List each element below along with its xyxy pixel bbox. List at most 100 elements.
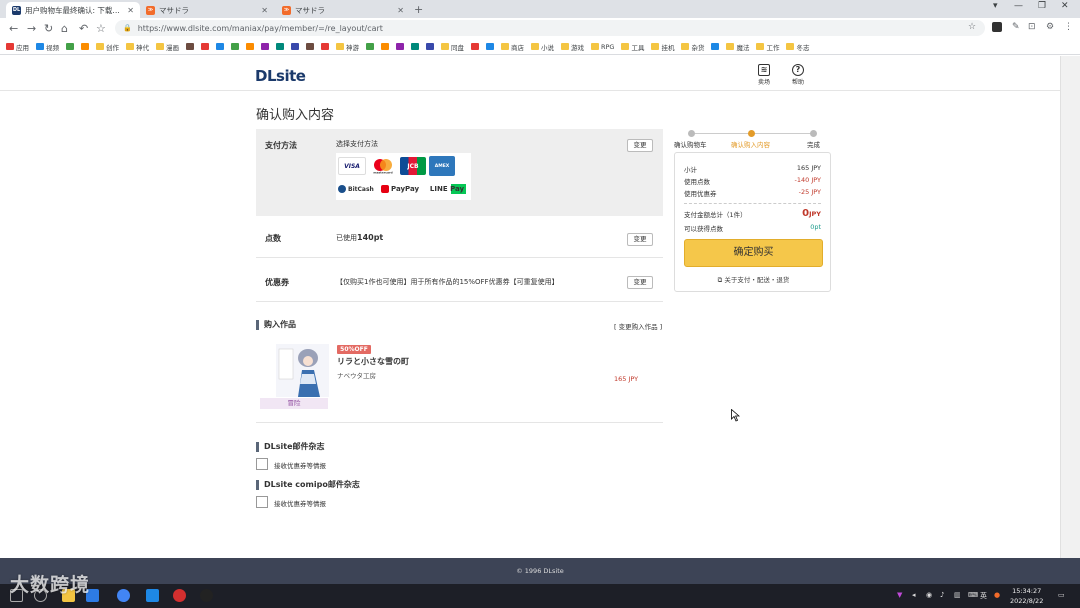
ime-icon[interactable]: ⌨ bbox=[968, 591, 978, 599]
browser-tab[interactable]: ≫ マサドラ ✕ bbox=[276, 2, 410, 18]
bookmark-star-icon[interactable]: ☆ bbox=[96, 22, 106, 35]
extension-icon[interactable]: ✎ bbox=[1012, 22, 1020, 32]
comipo-newsletter-checkbox-label[interactable]: 接收优惠券等情报 bbox=[274, 498, 326, 508]
bookmark-item[interactable]: 游戏 bbox=[561, 42, 584, 52]
bookmark-item[interactable] bbox=[231, 43, 239, 50]
header-nav-help[interactable]: ? 帮助 bbox=[786, 64, 810, 86]
menu-icon[interactable]: ⋮ bbox=[1064, 22, 1073, 32]
minimize-icon[interactable]: — bbox=[1014, 1, 1023, 11]
bookmark-item[interactable] bbox=[216, 43, 224, 50]
bookmark-item[interactable] bbox=[261, 43, 269, 50]
tab-search-icon[interactable]: ▾ bbox=[993, 1, 998, 11]
bookmark-item[interactable]: 同盘 bbox=[441, 42, 464, 52]
newsletter-checkbox[interactable] bbox=[256, 458, 268, 470]
product-circle[interactable]: ナベウタ工房 bbox=[337, 370, 376, 380]
bookmark-item[interactable] bbox=[396, 43, 404, 50]
bookmark-item[interactable]: RPG bbox=[591, 43, 614, 51]
payment-logos: VISA mastercard JCB AMEX BitCash PayPay … bbox=[336, 153, 471, 200]
bookmark-item[interactable]: 魔法 bbox=[726, 42, 749, 52]
forward-icon[interactable]: → bbox=[27, 22, 36, 35]
bookmark-item[interactable]: 神游 bbox=[336, 42, 359, 52]
change-coupon-button[interactable]: 变更 bbox=[627, 276, 653, 289]
genre-tag[interactable]: 冒险 bbox=[260, 398, 328, 409]
bookmark-item[interactable] bbox=[246, 43, 254, 50]
bookmark-item[interactable] bbox=[381, 43, 389, 50]
product-thumbnail[interactable] bbox=[276, 344, 329, 397]
bookmark-item[interactable]: 冬志 bbox=[786, 42, 809, 52]
bookmark-item[interactable]: 神代 bbox=[126, 42, 149, 52]
bookmark-item[interactable]: 视频 bbox=[36, 42, 59, 52]
newsletter-checkbox-label[interactable]: 接收优惠券等情报 bbox=[274, 460, 326, 470]
folder-icon bbox=[336, 43, 344, 50]
new-tab-icon[interactable]: + bbox=[414, 3, 423, 16]
extension-icon[interactable]: ⊡ bbox=[1028, 22, 1036, 32]
bookmark-item[interactable] bbox=[306, 43, 314, 50]
tray-icon[interactable]: ● bbox=[994, 591, 1000, 599]
bookmark-item[interactable] bbox=[321, 43, 329, 50]
bookmark-item[interactable] bbox=[291, 43, 299, 50]
tray-icon[interactable]: ◂ bbox=[912, 591, 916, 599]
taskbar-clock[interactable]: 15:34:27 2022/8/22 bbox=[1010, 586, 1043, 606]
comipo-newsletter-checkbox[interactable] bbox=[256, 496, 268, 508]
extension-icon[interactable] bbox=[992, 22, 1002, 32]
back-icon[interactable]: ← bbox=[9, 22, 18, 35]
bookmark-item[interactable]: 应用 bbox=[6, 42, 29, 52]
bookmark-item[interactable]: 小说 bbox=[531, 42, 554, 52]
change-items-link[interactable]: [ 变更购入作品 ] bbox=[614, 321, 662, 331]
bookmark-item[interactable]: 漫画 bbox=[156, 42, 179, 52]
bookmark-item[interactable]: 商店 bbox=[501, 42, 524, 52]
bookmark-item[interactable]: 杂货 bbox=[681, 42, 704, 52]
home-icon[interactable]: ⌂ bbox=[61, 22, 68, 35]
change-points-button[interactable]: 变更 bbox=[627, 233, 653, 246]
network-icon[interactable]: ▥ bbox=[954, 591, 961, 599]
chrome-icon[interactable] bbox=[117, 589, 130, 602]
bookmark-item[interactable]: 工具 bbox=[621, 42, 644, 52]
bookmark-item[interactable] bbox=[486, 43, 494, 50]
payment-info-link[interactable]: ⧉ 关于支付・配送・退货 bbox=[675, 274, 832, 285]
close-icon[interactable]: ✕ bbox=[397, 6, 404, 15]
bookmark-item[interactable] bbox=[366, 43, 374, 50]
bookmark-item[interactable] bbox=[411, 43, 419, 50]
bookmark-item[interactable] bbox=[81, 43, 89, 50]
product-title[interactable]: リラと小さな雪の町 bbox=[337, 356, 409, 367]
bookmark-item[interactable] bbox=[471, 43, 479, 50]
browser-tab[interactable]: DL 用户购物车最终确认: 下载同人志 ✕ bbox=[6, 2, 140, 18]
confirm-purchase-button[interactable]: 确定购买 bbox=[684, 239, 823, 267]
input-language[interactable]: 英 bbox=[980, 591, 987, 601]
extension-icon[interactable]: ⚙ bbox=[1046, 22, 1054, 32]
notification-icon[interactable]: ▭ bbox=[1058, 591, 1065, 599]
bookmark-label: 魔法 bbox=[736, 43, 750, 52]
reload-icon[interactable]: ↻ bbox=[44, 22, 53, 35]
undo-icon[interactable]: ↶ bbox=[79, 22, 88, 35]
tray-icon[interactable]: ◉ bbox=[926, 591, 932, 599]
bookmark-item[interactable]: 挂机 bbox=[651, 42, 674, 52]
recorder-icon[interactable] bbox=[173, 589, 186, 602]
browser-tab[interactable]: ≫ マサドラ ✕ bbox=[140, 2, 274, 18]
bookmark-item[interactable] bbox=[276, 43, 284, 50]
bookmark-item[interactable] bbox=[201, 43, 209, 50]
close-icon[interactable]: ✕ bbox=[127, 6, 134, 15]
dlsite-logo[interactable]: DLsite bbox=[255, 67, 306, 85]
change-payment-button[interactable]: 变更 bbox=[627, 139, 653, 152]
header-nav-shop[interactable]: ≋ 卖场 bbox=[752, 64, 776, 86]
window-close-icon[interactable]: ✕ bbox=[1061, 1, 1069, 11]
bookmark-item[interactable] bbox=[186, 43, 194, 50]
address-bar[interactable]: 🔒 https://www.dlsite.com/maniax/pay/memb… bbox=[115, 20, 985, 36]
bookmark-item[interactable]: 工作 bbox=[756, 42, 779, 52]
volume-icon[interactable]: ♪ bbox=[940, 591, 944, 599]
restore-icon[interactable]: ❐ bbox=[1038, 1, 1046, 11]
bookmark-item[interactable] bbox=[66, 43, 74, 50]
bookmark-item[interactable] bbox=[711, 43, 720, 50]
app-icon[interactable] bbox=[146, 589, 159, 602]
page-scrollbar[interactable] bbox=[1060, 56, 1080, 558]
close-icon[interactable]: ✕ bbox=[261, 6, 268, 15]
qq-icon[interactable] bbox=[200, 589, 213, 602]
bookmark-item[interactable] bbox=[426, 43, 434, 50]
bookmark-label: 挂机 bbox=[661, 43, 675, 52]
points-used-label: 使用点数 bbox=[684, 178, 710, 186]
bookmark-item[interactable]: 创作 bbox=[96, 42, 119, 52]
tray-icon[interactable]: ▼ bbox=[897, 591, 902, 599]
folder-icon bbox=[621, 43, 630, 50]
folder-icon bbox=[681, 43, 690, 50]
star-icon[interactable]: ☆ bbox=[968, 22, 976, 32]
